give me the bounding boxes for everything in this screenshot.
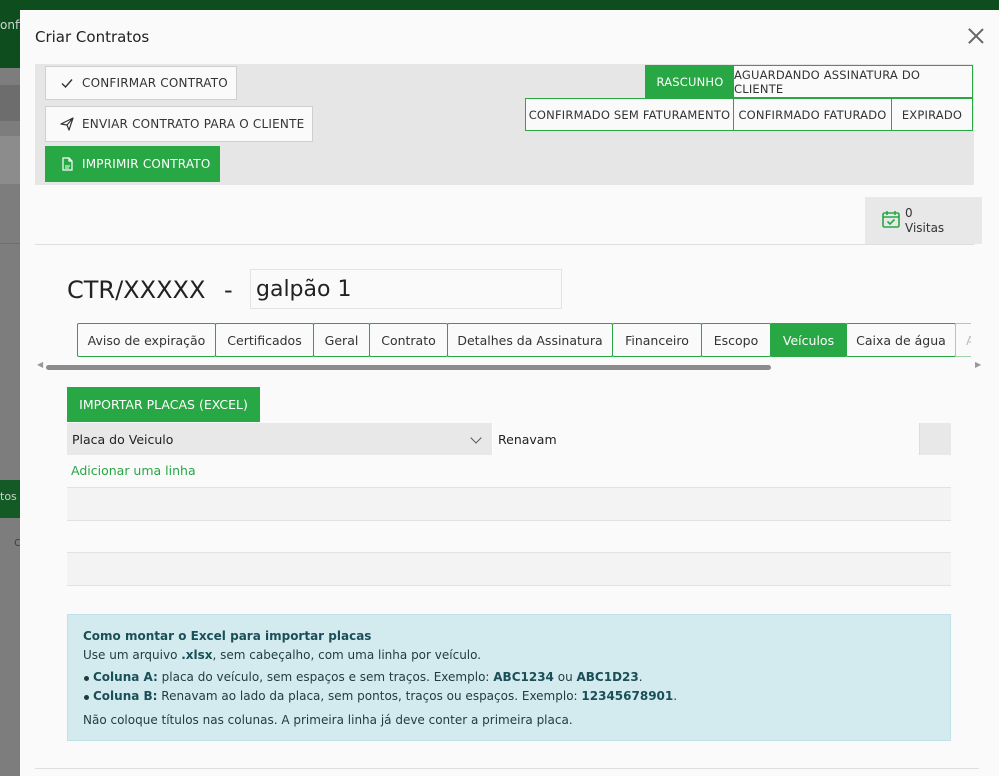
visits-button[interactable]: 0 Visitas	[865, 197, 982, 244]
contract-code: CTR/XXXXX	[67, 276, 206, 304]
confirm-contract-label: CONFIRMAR CONTRATO	[82, 76, 228, 90]
contract-separator: -	[224, 276, 233, 304]
import-plates-button[interactable]: IMPORTAR PLACAS (EXCEL)	[67, 387, 260, 422]
column-actions	[919, 423, 951, 455]
import-help-alert: Como montar o Excel para importar placas…	[67, 614, 951, 741]
tab-financial[interactable]: Financeiro	[612, 323, 702, 357]
calendar-check-icon	[882, 211, 900, 228]
modal-title: Criar Contratos	[35, 28, 150, 46]
print-contract-label: IMPRIMIR CONTRATO	[82, 157, 211, 171]
paper-plane-icon	[60, 117, 74, 131]
help-footer: Não coloque títulos nas colunas. A prime…	[83, 713, 573, 727]
status-confirmed-not-billed[interactable]: CONFIRMADO SEM FATURAMENTO	[525, 98, 734, 131]
table-row	[67, 520, 951, 553]
visits-label: Visitas	[905, 221, 945, 235]
scroll-right-arrow-icon[interactable]: ▶	[975, 360, 981, 369]
tab-expiration-notice[interactable]: Aviso de expiração	[77, 323, 216, 357]
tab-partial[interactable]: An	[955, 323, 971, 357]
confirm-contract-button[interactable]: CONFIRMAR CONTRATO	[45, 66, 237, 100]
tab-water-tank[interactable]: Caixa de água	[846, 323, 956, 357]
column-plate-label: Placa do Veiculo	[72, 431, 174, 447]
help-column-a-text: placa do veículo, sem espaços e sem traç…	[157, 670, 494, 684]
background-side-text: tos	[0, 490, 17, 503]
send-contract-label: ENVIAR CONTRATO PARA O CLIENTE	[82, 117, 305, 131]
scroll-left-arrow-icon[interactable]: ◀	[37, 360, 43, 369]
tab-vehicles[interactable]: Veículos	[770, 323, 847, 357]
status-confirmed-billed[interactable]: CONFIRMADO FATURADO	[733, 98, 892, 131]
help-period: .	[638, 670, 643, 684]
close-icon[interactable]	[966, 26, 986, 46]
vehicles-table-header: Placa do Veiculo Renavam	[67, 423, 951, 455]
check-icon	[61, 79, 73, 89]
print-contract-button[interactable]: IMPRIMIR CONTRATO	[45, 146, 220, 182]
help-intro-text-end: , sem cabeçalho, com uma linha por veícu…	[212, 648, 482, 662]
footer-divider	[35, 768, 979, 769]
tab-scrollbar-thumb[interactable]	[46, 365, 771, 370]
action-toolbar: CONFIRMAR CONTRATO ENVIAR CONTRATO PARA …	[35, 64, 974, 185]
background-divider	[0, 243, 20, 244]
column-renavam[interactable]: Renavam	[493, 423, 919, 455]
status-draft[interactable]: RASCUNHO	[645, 65, 735, 98]
help-column-a: Coluna A: placa do veículo, sem espaços …	[84, 670, 643, 684]
send-contract-button[interactable]: ENVIAR CONTRATO PARA O CLIENTE	[45, 106, 313, 142]
help-column-b-text: Renavam ao lado da placa, sem pontos, tr…	[157, 689, 582, 703]
status-awaiting-signature[interactable]: AGUARDANDO ASSINATURA DO CLIENTE	[733, 65, 973, 98]
help-column-b-label: Coluna B:	[93, 689, 158, 703]
contract-name-input[interactable]	[250, 269, 562, 309]
column-plate[interactable]: Placa do Veiculo	[67, 423, 493, 455]
table-row	[67, 487, 951, 520]
background-block	[0, 85, 20, 121]
visits-count: 0	[905, 206, 913, 220]
help-column-b: Coluna B: Renavam ao lado da placa, sem …	[83, 689, 678, 703]
help-period: .	[673, 689, 678, 703]
help-column-a-label: Coluna A:	[93, 670, 158, 684]
background-block	[0, 136, 20, 184]
tab-scope[interactable]: Escopo	[701, 323, 771, 357]
add-line-link[interactable]: Adicionar uma linha	[71, 463, 196, 478]
create-contract-modal: Criar Contratos CONFIRMAR CONTRATO ENVIA…	[20, 10, 999, 776]
help-example-1: ABC1234	[493, 670, 554, 684]
pdf-file-icon	[62, 157, 73, 171]
table-row	[67, 585, 951, 586]
tab-certificates[interactable]: Certificados	[215, 323, 314, 357]
help-example-2: ABC1D23	[576, 670, 639, 684]
table-row	[67, 552, 951, 585]
tab-contract[interactable]: Contrato	[369, 323, 448, 357]
help-intro-text: Use um arquivo	[83, 648, 182, 662]
help-title: Como montar o Excel para importar placas	[83, 629, 372, 643]
column-renavam-label: Renavam	[498, 431, 557, 447]
help-or: ou	[553, 670, 577, 684]
help-example-renavam: 12345678901	[581, 689, 674, 703]
status-expired[interactable]: EXPIRADO	[891, 98, 973, 131]
tab-signature-details[interactable]: Detalhes da Assinatura	[447, 323, 613, 357]
tab-general[interactable]: Geral	[313, 323, 370, 357]
help-file-ext: .xlsx	[181, 648, 213, 662]
header-divider	[35, 244, 974, 245]
help-intro: Use um arquivo .xlsx, sem cabeçalho, com…	[83, 648, 481, 662]
background-green-block: tos	[0, 480, 20, 518]
chevron-down-icon[interactable]	[470, 432, 482, 444]
tab-bar: Aviso de expiração Certificados Geral Co…	[77, 323, 971, 359]
